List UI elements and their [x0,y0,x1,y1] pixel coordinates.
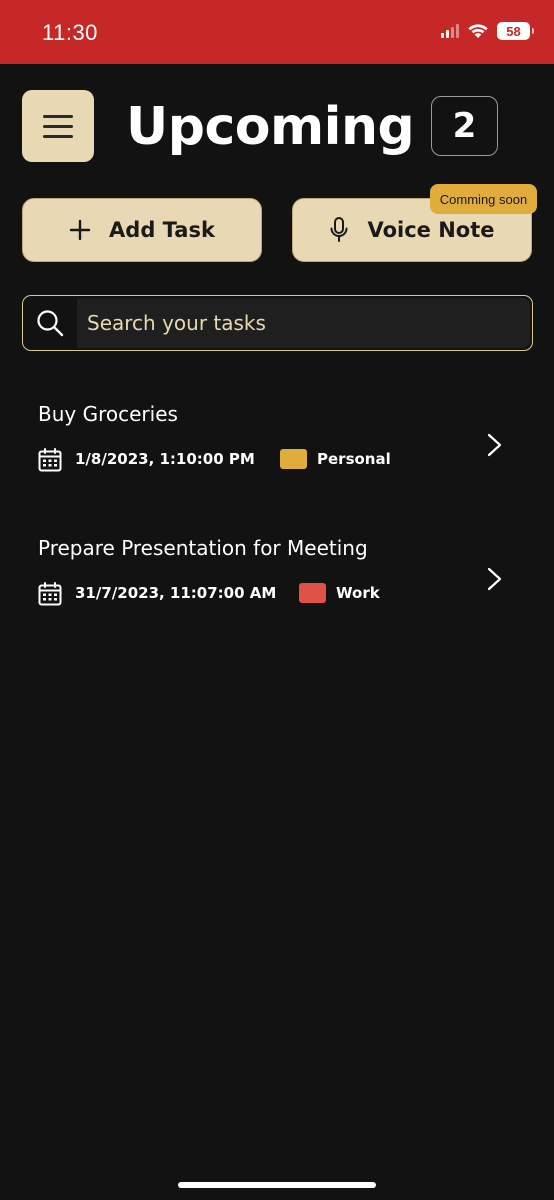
task-title: Buy Groceries [38,402,178,426]
task-item[interactable]: Buy Groceries 1/8/2023, 1:10:00 PM Perso… [0,400,554,500]
battery-level: 58 [506,23,521,39]
chevron-right-icon [487,567,502,591]
hamburger-line [43,124,73,128]
page-title: Upcoming [126,97,415,157]
task-datetime: 31/7/2023, 11:07:00 AM [75,584,277,602]
add-task-button[interactable]: Add Task [22,198,262,262]
search-input[interactable] [77,298,530,348]
wifi-icon [468,24,488,38]
task-meta: 31/7/2023, 11:07:00 AM Work [38,582,478,606]
task-category: Work [336,584,380,602]
task-meta: 1/8/2023, 1:10:00 PM Personal [38,448,478,472]
menu-button[interactable] [22,90,94,162]
task-datetime: 1/8/2023, 1:10:00 PM [75,450,255,468]
voice-note-label: Voice Note [367,218,495,242]
add-task-label: Add Task [109,218,215,242]
search-icon [37,310,64,337]
status-icons: 58 [441,22,534,40]
category-swatch [299,583,326,603]
task-title: Prepare Presentation for Meeting [38,536,368,560]
cellular-signal-icon [441,24,459,38]
task-item[interactable]: Prepare Presentation for Meeting 31/7/20… [0,534,554,634]
hamburger-menu-icon [43,114,73,118]
status-bar: 11:30 58 [0,0,554,64]
header: Upcoming 2 [0,64,554,184]
microphone-icon [330,217,348,242]
hamburger-line [43,134,73,138]
category-swatch [280,449,307,469]
battery-icon: 58 [497,22,534,40]
task-category: Personal [317,450,391,468]
search-box [22,295,533,351]
calendar-icon [38,448,62,472]
status-time: 11:30 [42,20,98,45]
task-count-badge: 2 [431,96,498,156]
home-indicator[interactable] [178,1182,376,1188]
chevron-right-icon [487,433,502,457]
coming-soon-badge: Comming soon [430,184,537,214]
plus-icon [69,219,91,241]
calendar-icon [38,582,62,606]
